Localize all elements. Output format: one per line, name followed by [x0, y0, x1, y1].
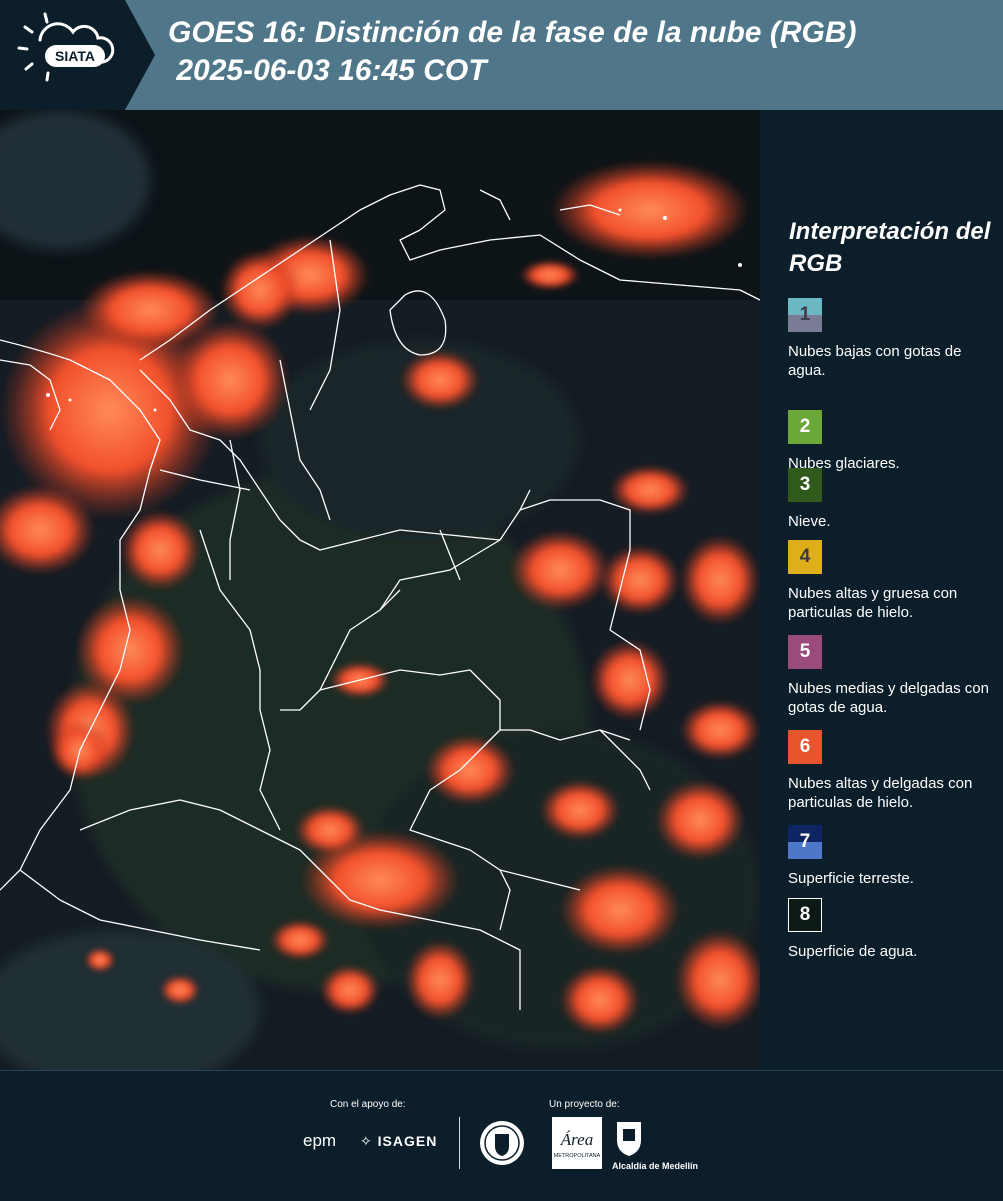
satellite-rgb-map: [0, 110, 760, 1070]
legend-number: 7: [799, 831, 811, 852]
legend-item-8: 8 Superficie de agua.: [788, 898, 1003, 961]
area-metropolitana-logo: Área METROPOLITANA: [552, 1117, 602, 1174]
area-text: Área: [560, 1130, 593, 1149]
legend-swatch: 4: [788, 540, 822, 574]
legend-swatch: 1: [788, 298, 822, 332]
legend-swatch: 3: [788, 468, 822, 502]
legend-title: Interpretación del RGB: [789, 218, 991, 277]
siata-logo-text: SIATA: [55, 48, 95, 64]
legend-label: Nubes bajas con gotas de agua.: [788, 343, 962, 379]
legend-swatch: 7: [788, 825, 822, 859]
university-seal-icon: [478, 1119, 526, 1172]
legend-swatch: 6: [788, 730, 822, 764]
alcaldia-shield-icon: [614, 1119, 644, 1164]
title-line-1: GOES 16: Distinción de la fase de la nub…: [168, 16, 857, 49]
support-label: Con el apoyo de:: [330, 1099, 406, 1110]
legend-number: 5: [799, 641, 811, 662]
siata-logo: SIATA: [0, 0, 155, 110]
legend-item-7: 7 Superficie terreste.: [788, 825, 1003, 888]
footer-divider: [459, 1117, 460, 1169]
legend-number: 8: [799, 904, 811, 925]
alcaldia-label: Alcaldía de Medellín: [612, 1161, 699, 1171]
isagen-logo: ✧ ISAGEN: [360, 1133, 438, 1149]
project-label: Un proyecto de:: [549, 1099, 620, 1110]
legend-item-4: 4 Nubes altas y gruesa con particulas de …: [788, 540, 1003, 622]
legend-label: Nubes altas y gruesa con particulas de h…: [788, 585, 958, 621]
legend-label: Nubes medias y delgadas con gotas de agu…: [788, 680, 989, 716]
legend-number: 4: [799, 546, 811, 567]
legend-panel: Interpretación del RGB 1 Nubes bajas con …: [760, 110, 1003, 1070]
page-title: GOES 16: Distinción de la fase de la nub…: [168, 14, 856, 90]
header-bar: SIATA GOES 16: Distinción de la fase de …: [0, 0, 1003, 110]
legend-number: 6: [799, 736, 811, 757]
legend-item-2: 2 Nubes glaciares.: [788, 410, 1003, 473]
legend-label: Superficie de agua.: [788, 943, 918, 960]
legend-number: 1: [799, 304, 811, 325]
isagen-text: ISAGEN: [377, 1133, 438, 1149]
epm-logo: epm: [303, 1131, 337, 1150]
legend-item-1: 1 Nubes bajas con gotas de agua.: [788, 298, 1003, 380]
legend-label: Nubes altas y delgadas con particulas de…: [788, 775, 973, 811]
title-line-2: 2025-06-03 16:45 COT: [168, 54, 487, 87]
legend-number: 2: [799, 416, 811, 437]
legend-swatch: 8: [788, 898, 822, 932]
legend-item-6: 6 Nubes altas y delgadas con particulas d…: [788, 730, 1003, 812]
legend-item-3: 3 Nieve.: [788, 468, 1003, 531]
legend-label: Superficie terreste.: [788, 870, 914, 887]
legend-swatch: 5: [788, 635, 822, 669]
legend-number: 3: [799, 474, 811, 495]
area-sub-text: METROPOLITANA: [554, 1153, 601, 1159]
legend-label: Nieve.: [788, 513, 831, 530]
legend-item-5: 5 Nubes medias y delgadas con gotas de ag…: [788, 635, 1003, 717]
legend-swatch: 2: [788, 410, 822, 444]
footer: Con el apoyo de: Un proyecto de: epm ✧ I…: [0, 1070, 1003, 1201]
